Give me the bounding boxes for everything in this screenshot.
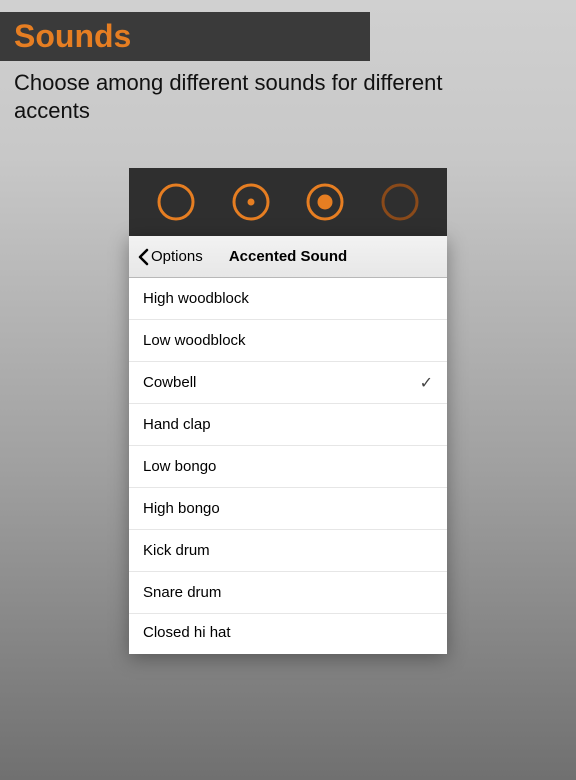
sound-label: High bongo: [143, 500, 220, 517]
list-item[interactable]: Low bongo: [129, 446, 447, 488]
chevron-left-icon: [137, 248, 149, 266]
sound-label: High woodblock: [143, 290, 249, 307]
list-item[interactable]: Low woodblock: [129, 320, 447, 362]
list-item[interactable]: Hand clap: [129, 404, 447, 446]
checkmark-icon: ✓: [420, 373, 433, 393]
accent-ring-small-dot-icon[interactable]: [230, 181, 272, 223]
list-item[interactable]: Cowbell ✓: [129, 362, 447, 404]
sound-label: Closed hi hat: [143, 624, 231, 641]
back-label: Options: [151, 248, 203, 265]
accent-selector-bar: [129, 168, 447, 236]
sound-label: Snare drum: [143, 584, 221, 601]
page-subtitle: Choose among different sounds for differ…: [0, 61, 520, 132]
settings-panel: Options Accented Sound High woodblock Lo…: [129, 168, 447, 654]
sound-label: Low bongo: [143, 458, 216, 475]
sound-label: Kick drum: [143, 542, 210, 559]
list-item[interactable]: Kick drum: [129, 530, 447, 572]
sound-label: Low woodblock: [143, 332, 246, 349]
list-item[interactable]: Closed hi hat: [129, 614, 447, 642]
accent-ring-empty-icon[interactable]: [155, 181, 197, 223]
page-title: Sounds: [14, 18, 131, 54]
list-item[interactable]: High bongo: [129, 488, 447, 530]
back-button[interactable]: Options: [129, 248, 211, 266]
list-item[interactable]: Snare drum: [129, 572, 447, 614]
nav-header: Options Accented Sound: [129, 236, 447, 278]
accent-ring-dim-icon[interactable]: [379, 181, 421, 223]
sound-label: Hand clap: [143, 416, 211, 433]
sound-label: Cowbell: [143, 374, 196, 391]
nav-title: Accented Sound: [229, 248, 347, 265]
accent-ring-large-dot-icon[interactable]: [304, 181, 346, 223]
list-item[interactable]: High woodblock: [129, 278, 447, 320]
sound-list-panel: Options Accented Sound High woodblock Lo…: [129, 236, 447, 654]
page-title-bar: Sounds: [0, 12, 370, 61]
sound-list: High woodblock Low woodblock Cowbell ✓ H…: [129, 278, 447, 642]
